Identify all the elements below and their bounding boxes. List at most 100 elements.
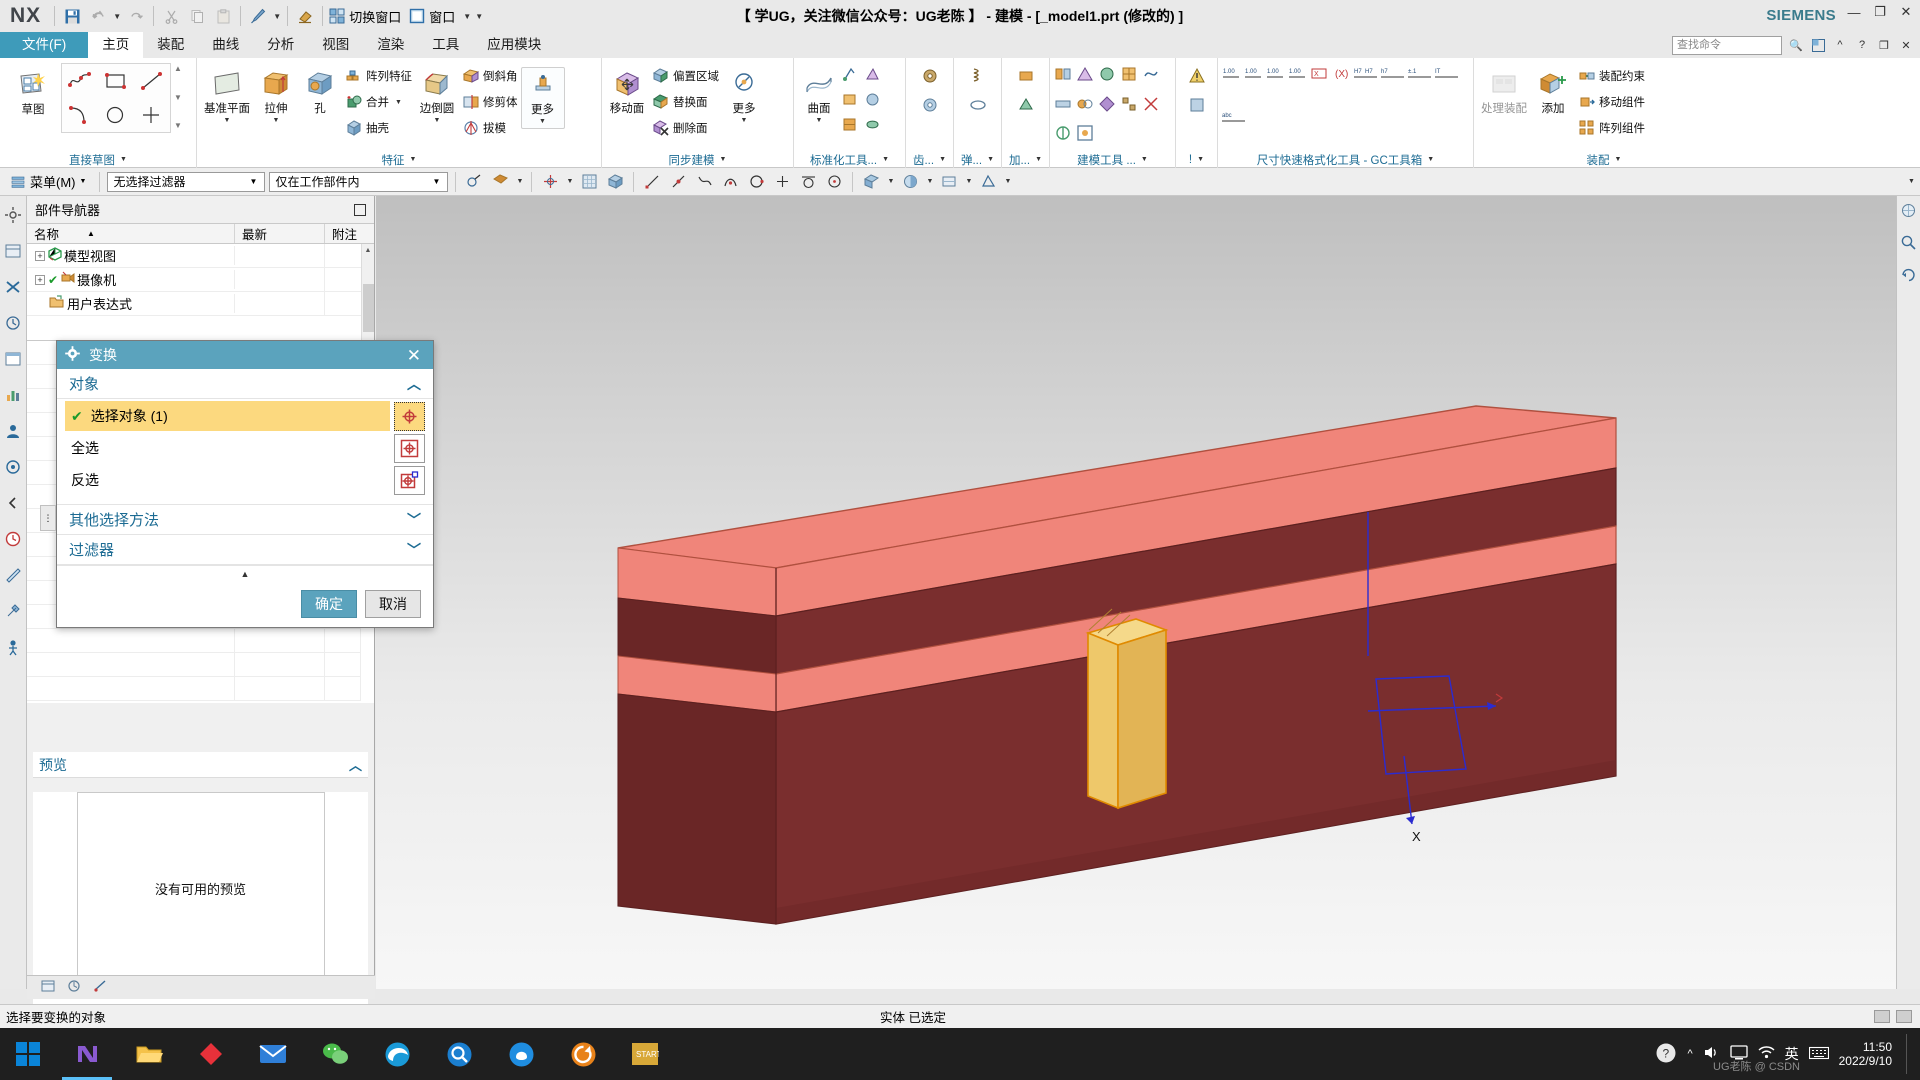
tool-icon-3[interactable] [841, 91, 863, 115]
assembly-navigator-icon[interactable] [2, 204, 24, 226]
taskbar-item-diamond-app[interactable] [180, 1028, 242, 1080]
snap-point-icon[interactable] [539, 171, 561, 193]
navigator-scrollbar[interactable]: ▲ [361, 244, 374, 340]
select-face-icon[interactable] [489, 171, 511, 193]
taskbar-item-search-circle[interactable] [428, 1028, 490, 1080]
gc-icon-11[interactable]: abc [1221, 108, 1247, 131]
orient-view-icon[interactable] [1900, 202, 1917, 222]
pin-panel-icon[interactable] [354, 203, 366, 216]
group-label-modeling-tools[interactable]: 建模工具 ... ▼ [1050, 151, 1175, 168]
chevron-up-icon[interactable]: ︿ [407, 374, 421, 394]
group-label-misc[interactable]: ! ▼ [1176, 151, 1217, 168]
snap-grid-icon[interactable] [578, 171, 600, 193]
snap-endpoint-icon[interactable] [641, 171, 663, 193]
dialog-section-object[interactable]: 对象 ︿ [57, 369, 433, 399]
point-icon[interactable] [134, 98, 170, 132]
eraser-icon[interactable] [292, 3, 318, 29]
footer-icon-3[interactable] [93, 979, 107, 996]
history-icon[interactable] [2, 312, 24, 334]
chevron-down-icon[interactable]: ▼ [515, 178, 524, 185]
chevron-down-icon[interactable]: ▼ [925, 178, 934, 185]
tree-node-user-expressions[interactable]: 用户表达式 [27, 294, 235, 313]
tree-node-camera[interactable]: + ✔ 摄像机 [27, 270, 235, 289]
table-row[interactable]: + 模型视图 [27, 244, 374, 268]
chart-icon[interactable] [2, 384, 24, 406]
tree-node-model-view[interactable]: + 模型视图 [27, 246, 235, 265]
taskbar-item-wechat[interactable] [304, 1028, 366, 1080]
scroll-up-icon[interactable]: ▲ [174, 64, 182, 73]
snap-center-icon[interactable] [823, 171, 845, 193]
preview-header[interactable]: 预览 ︿ [33, 752, 368, 778]
expand-icon[interactable]: + [35, 274, 45, 285]
tab-tools[interactable]: 工具 [418, 32, 473, 58]
gear-tool-icon-1[interactable] [920, 66, 940, 89]
chevron-down-icon[interactable]: ▼ [886, 178, 895, 185]
command-trim-body[interactable]: 修剪体 [459, 89, 521, 115]
group-label-feature[interactable]: 特征 ▼ [197, 151, 601, 168]
command-offset-region[interactable]: 偏置区域 [649, 63, 722, 89]
show-desktop-button[interactable] [1906, 1034, 1912, 1074]
tab-render[interactable]: 渲染 [363, 32, 418, 58]
taskbar-item-edge[interactable] [366, 1028, 428, 1080]
command-draft[interactable]: 拔模 [459, 115, 521, 141]
command-surface[interactable]: 曲面 ▼ [797, 67, 841, 127]
qat-more-icon[interactable]: ▼ [473, 3, 485, 29]
modeling-tool-icon-3[interactable] [1097, 64, 1117, 87]
modeling-tool-icon-9[interactable] [1119, 94, 1139, 117]
restore-window-icon[interactable]: ❐ [1876, 37, 1892, 53]
gc-icon-2[interactable]: 1.00 [1243, 64, 1264, 87]
command-sketch[interactable]: 草图 [11, 68, 55, 119]
select-all-row-label[interactable]: 全选 [65, 433, 390, 463]
brush-dropdown-icon[interactable]: ▼ [271, 3, 283, 29]
dialog-collapse-handle[interactable]: ▲ [57, 565, 433, 581]
ok-button[interactable]: 确定 [301, 590, 357, 618]
panel-collapse-handle[interactable]: ⋮ [40, 505, 56, 531]
tool-icon-5[interactable] [841, 116, 863, 140]
gc-icon-1[interactable]: 1.00 [1221, 64, 1242, 87]
dialog-row-select-all[interactable]: 全选 [65, 433, 425, 463]
command-hole[interactable]: 孔 [298, 67, 342, 118]
chevron-down-icon[interactable]: ▼ [565, 178, 574, 185]
tab-file[interactable]: 文件(F) [0, 32, 89, 58]
chevron-down-icon[interactable]: ▼ [964, 178, 973, 185]
sketch-gallery-scroll[interactable]: ▲ ▼ ▼ [171, 62, 185, 132]
tab-view[interactable]: 视图 [308, 32, 363, 58]
gc-icon-9[interactable]: ±.1 [1407, 64, 1433, 87]
footer-icon-1[interactable] [41, 979, 55, 996]
group-label-synchronous-modeling[interactable]: 同步建模 ▼ [602, 151, 793, 168]
command-pattern-feature[interactable]: 阵列特征 [342, 63, 415, 89]
taskbar-item-recorder[interactable] [552, 1028, 614, 1080]
add-tool-icon-1[interactable] [1016, 66, 1036, 89]
table-row[interactable]: 用户表达式 [27, 292, 374, 316]
chevron-down-icon[interactable]: ▼ [410, 156, 417, 163]
group-label-gear[interactable]: 齿... ▼ [906, 151, 953, 168]
view-style-icon[interactable] [860, 171, 882, 193]
find-command-input[interactable]: 查找命令 [1672, 35, 1782, 55]
modeling-tool-icon-5[interactable] [1141, 64, 1161, 87]
chevron-down-icon[interactable]: ▼ [245, 177, 263, 186]
column-header-name[interactable]: 名称 ▲ [27, 224, 235, 243]
clock[interactable]: 11:50 2022/9/10 [1839, 1040, 1896, 1068]
taskbar-item-qq-browser[interactable] [490, 1028, 552, 1080]
command-unite[interactable]: 合并 ▼ [342, 89, 415, 115]
command-move-face[interactable]: 移动面 [605, 67, 649, 118]
person-icon[interactable] [2, 636, 24, 658]
gc-icon-7[interactable]: H7 H7 [1353, 64, 1379, 87]
group-label-spring[interactable]: 弹... ▼ [954, 151, 1001, 168]
switch-window-button[interactable]: 切换窗口 [327, 7, 407, 26]
zoom-fit-icon[interactable] [1900, 234, 1917, 254]
command-pattern-component[interactable]: 阵列组件 [1575, 115, 1648, 141]
select-object-button[interactable] [394, 401, 425, 431]
gc-icon-4[interactable]: 1.00 [1287, 64, 1308, 87]
invert-selection-row-label[interactable]: 反选 [65, 465, 390, 495]
column-header-latest[interactable]: 最新 [235, 224, 325, 243]
expand-icon[interactable]: + [35, 250, 45, 261]
command-chamfer[interactable]: 倒斜角 [459, 63, 521, 89]
selection-filter-combo[interactable]: 无选择过滤器 ▼ [107, 171, 266, 192]
arc-icon[interactable] [62, 98, 98, 132]
scroll-down-icon[interactable]: ▼ [174, 93, 182, 102]
tab-application[interactable]: 应用模块 [473, 32, 555, 58]
reuse-library-icon[interactable] [2, 276, 24, 298]
modeling-tool-icon-1[interactable] [1053, 64, 1073, 87]
modeling-tool-icon-10[interactable] [1141, 94, 1161, 117]
